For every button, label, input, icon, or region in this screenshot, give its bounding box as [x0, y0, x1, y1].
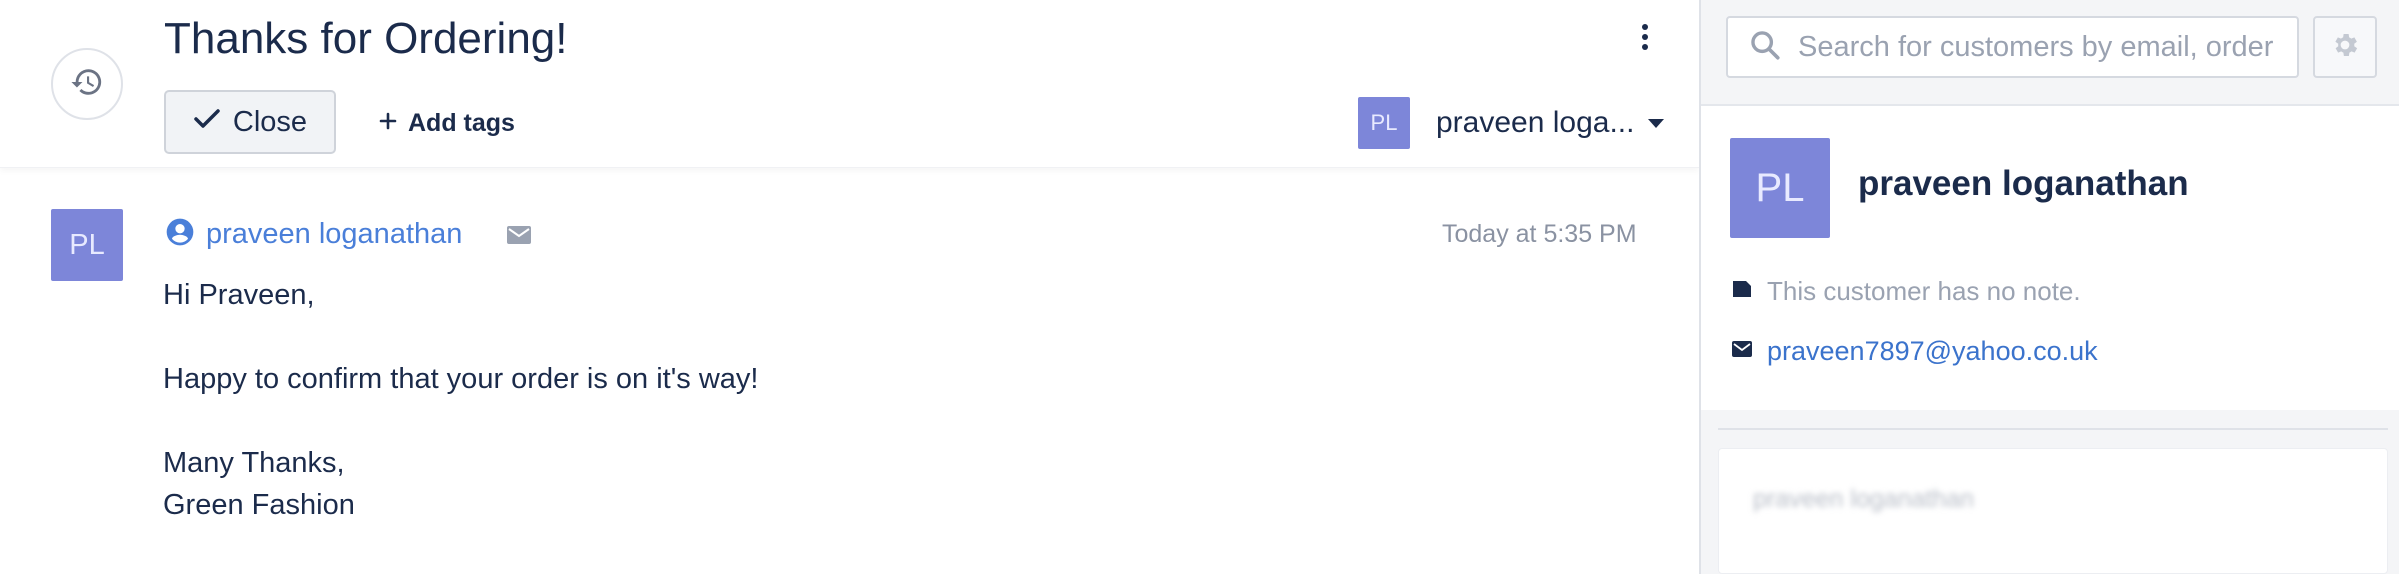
caret-down-icon	[1648, 118, 1664, 128]
message-sender-avatar: PL	[51, 209, 123, 281]
search-input[interactable]	[1798, 30, 2288, 64]
message-line: Green Fashion	[163, 489, 355, 521]
customer-sidebar: PL praveen loganathan This customer has …	[1699, 0, 2399, 574]
more-options-button[interactable]	[1630, 22, 1660, 56]
customer-avatar: PL	[1730, 138, 1830, 238]
add-tags-label: Add tags	[408, 108, 515, 137]
customer-tickets-card[interactable]: praveen loganathan	[1718, 448, 2388, 574]
ticket-title: Thanks for Ordering!	[164, 14, 568, 63]
message-line: Many Thanks,	[163, 447, 345, 479]
message-line: Hi Praveen,	[163, 279, 315, 311]
note-text: This customer has no note.	[1767, 276, 2081, 306]
customer-card: PL praveen loganathan This customer has …	[1701, 104, 2399, 410]
sender-name: praveen loganathan	[206, 218, 463, 250]
close-button-label: Close	[232, 105, 308, 138]
assignee-dropdown[interactable]: PL praveen loga...	[1358, 97, 1664, 149]
customer-email-row: praveen7897@yahoo.co.uk	[1731, 336, 2098, 367]
kebab-menu-icon	[1640, 23, 1650, 56]
gear-icon	[2330, 30, 2360, 65]
customer-name[interactable]: praveen loganathan	[1858, 164, 2189, 204]
add-tags-button[interactable]: Add tags	[378, 103, 515, 143]
history-button[interactable]	[51, 48, 123, 120]
history-icon	[70, 65, 104, 104]
message-sender[interactable]: praveen loganathan	[164, 216, 462, 253]
assignee-avatar: PL	[1358, 97, 1410, 149]
customer-note[interactable]: This customer has no note.	[1731, 276, 2081, 307]
mail-icon	[506, 224, 532, 251]
customer-email-link[interactable]: praveen7897@yahoo.co.uk	[1767, 336, 2098, 367]
close-ticket-button[interactable]: Close	[164, 90, 336, 154]
customer-search[interactable]	[1726, 16, 2299, 78]
user-circle-icon	[164, 216, 196, 253]
sidebar-divider	[1718, 428, 2388, 430]
message-line: Happy to confirm that your order is on i…	[163, 363, 759, 395]
plus-icon	[378, 109, 398, 138]
ticket-header: Thanks for Ordering! Close Add tags PL p…	[0, 0, 1699, 168]
sidebar-settings-button[interactable]	[2313, 16, 2377, 78]
ticket-main-panel: Thanks for Ordering! Close Add tags PL p…	[0, 0, 1699, 574]
assignee-name: praveen loga...	[1436, 106, 1635, 139]
message-timestamp: Today at 5:35 PM	[1442, 220, 1637, 248]
mail-icon	[1731, 340, 1753, 363]
search-icon	[1728, 28, 1782, 67]
note-tag-icon	[1731, 279, 1753, 304]
checkmark-icon	[193, 106, 221, 139]
blurred-customer-name: praveen loganathan	[1753, 485, 1975, 513]
